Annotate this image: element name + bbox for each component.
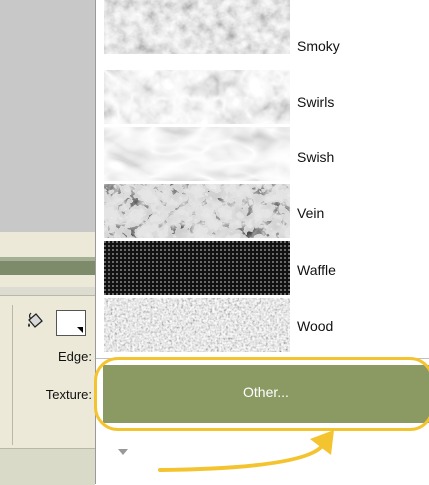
swirls-texture-icon <box>104 70 290 124</box>
menu-item-label: Wood <box>297 318 334 334</box>
menu-item-label: Waffle <box>297 262 336 278</box>
vein-texture-icon <box>104 184 290 238</box>
menu-item-label: Vein <box>297 205 325 221</box>
menu-item-wood[interactable]: Wood <box>96 298 429 354</box>
annotation-highlight-ring <box>94 357 429 431</box>
menu-item-label: Smoky <box>297 38 340 54</box>
paint-bucket-icon[interactable] <box>25 311 45 331</box>
annotation-arrow-icon <box>158 430 334 472</box>
canvas-area <box>0 0 95 232</box>
panel-header-highlight <box>0 257 95 261</box>
menu-item-vein[interactable]: Vein <box>96 184 429 240</box>
fill-color-swatch[interactable] <box>56 310 86 336</box>
smoky-texture-icon <box>104 0 290 54</box>
menu-item-swirls[interactable]: Swirls <box>96 70 429 126</box>
scroll-down-icon[interactable] <box>118 449 128 455</box>
panel-divider <box>0 287 95 296</box>
menu-item-label: Swirls <box>297 94 335 110</box>
chevron-down-icon <box>77 327 83 333</box>
properties-panel <box>0 0 95 485</box>
menu-item-label: Swish <box>297 149 335 165</box>
menu-item-waffle[interactable]: Waffle <box>96 241 429 297</box>
panel-footer <box>0 448 95 485</box>
swish-texture-icon <box>104 127 290 181</box>
waffle-texture-icon <box>104 241 290 295</box>
menu-item-swish[interactable]: Swish <box>96 127 429 183</box>
edge-label: Edge: <box>58 349 92 364</box>
menu-item-smoky[interactable]: Smoky <box>96 0 429 56</box>
wood-texture-icon <box>104 298 290 352</box>
texture-label: Texture: <box>45 387 92 402</box>
